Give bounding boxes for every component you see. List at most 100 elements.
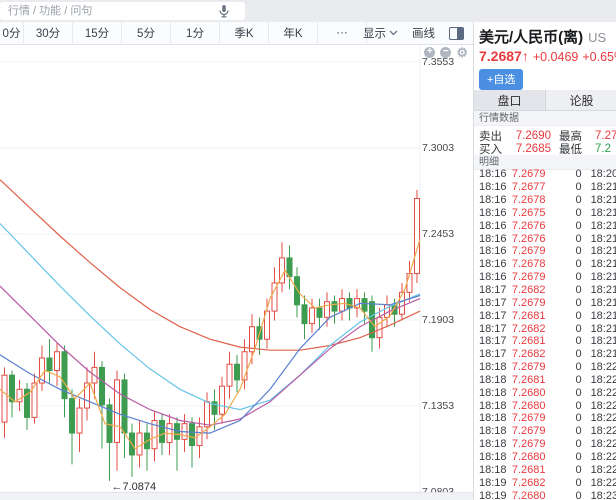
chevron-down-icon: [389, 30, 398, 36]
tick-time: 18:16: [479, 245, 507, 257]
tick-time: 18:17: [479, 297, 507, 309]
tick-row: 18:177.2681018:21: [474, 309, 616, 322]
chart-toolbar: 0分30分15分5分1分季K年K··· 显示 画线: [0, 22, 473, 45]
chart-zoom-controls: + − ⚙: [424, 47, 468, 58]
candle-body: [347, 299, 352, 308]
tick-row: 18:167.2679018:21: [474, 271, 616, 284]
candle-body: [332, 302, 337, 311]
tick-price: 7.2678: [507, 194, 554, 206]
tick-price: 7.2679: [507, 168, 554, 180]
tick-time-col2: 18:21: [591, 245, 616, 257]
candle-body: [415, 199, 420, 274]
tick-price: 7.2682: [507, 284, 554, 296]
tick-row: 18:177.2682018:21: [474, 322, 616, 335]
tick-time-col2: 18:22: [591, 400, 616, 412]
tick-price: 7.2682: [507, 477, 554, 489]
time-axis-strip: [0, 492, 473, 500]
candle-body: [100, 367, 105, 405]
tick-volume: 0: [554, 335, 582, 347]
tick-volume: 0: [554, 258, 582, 270]
tick-time: 18:16: [479, 220, 507, 232]
toolbar-period-1[interactable]: 0分: [0, 22, 24, 44]
toolbar-period-8[interactable]: ···: [318, 22, 367, 44]
display-menu-button[interactable]: 显示: [363, 25, 398, 41]
tick-volume: 0: [554, 233, 582, 245]
tick-time: 18:18: [479, 374, 507, 386]
tick-price: 7.2681: [507, 335, 554, 347]
tick-list[interactable]: 18:167.2679018:2018:167.2677018:2118:167…: [474, 168, 616, 500]
candlestick-chart-area[interactable]: + − ⚙ 7.35537.30037.24537.19037.13537.08…: [0, 45, 473, 500]
candle-body: [115, 380, 120, 443]
tick-time-col2: 18:21: [591, 220, 616, 232]
candle-body: [220, 386, 225, 414]
instrument-code: US: [588, 30, 606, 45]
tick-price: 7.2679: [507, 245, 554, 257]
toolbar-period-2[interactable]: 30分: [24, 22, 73, 44]
toolbar-period-3[interactable]: 15分: [73, 22, 122, 44]
price-change-pct: +0.65%: [582, 50, 616, 64]
tick-row: 18:187.2681018:22: [474, 374, 616, 387]
candle-body: [377, 317, 382, 337]
zoom-in-icon[interactable]: +: [424, 47, 435, 58]
tick-price: 7.2679: [507, 425, 554, 437]
tick-price: 7.2679: [507, 271, 554, 283]
tick-row: 18:187.2679018:22: [474, 361, 616, 374]
tick-time-col2: 18:22: [591, 412, 616, 424]
tick-row: 18:177.2681018:21: [474, 335, 616, 348]
toolbar-period-4[interactable]: 5分: [122, 22, 171, 44]
tick-time: 18:19: [479, 490, 507, 500]
candle-body: [122, 380, 127, 433]
tick-row: 18:187.2679018:22: [474, 425, 616, 438]
tick-volume: 0: [554, 348, 582, 360]
tick-row: 18:167.2675018:21: [474, 207, 616, 220]
tick-time: 18:18: [479, 412, 507, 424]
arrow-up-icon: ↑: [522, 48, 529, 64]
tick-row: 18:187.2679018:22: [474, 438, 616, 451]
tick-volume: 0: [554, 464, 582, 476]
tick-row: 18:177.2682018:21: [474, 348, 616, 361]
tick-time-col2: 18:21: [591, 194, 616, 206]
candle-body: [190, 424, 195, 446]
candle-body: [227, 364, 232, 386]
tab-order-book[interactable]: 盘口: [474, 90, 546, 110]
tick-time-col2: 18:21: [591, 348, 616, 360]
tick-row: 18:187.2680018:22: [474, 451, 616, 464]
tick-price: 7.2679: [507, 438, 554, 450]
tick-price: 7.2680: [507, 400, 554, 412]
axis-tick-label: 7.1903: [422, 314, 468, 326]
candle-body: [205, 402, 210, 427]
tick-volume: 0: [554, 310, 582, 322]
tick-time-col2: 18:21: [591, 310, 616, 322]
tick-time-col2: 18:21: [591, 233, 616, 245]
zoom-out-icon[interactable]: −: [440, 47, 451, 58]
tick-row: 18:177.2682018:21: [474, 284, 616, 297]
tick-time: 18:16: [479, 207, 507, 219]
tick-time: 18:16: [479, 194, 507, 206]
tick-volume: 0: [554, 438, 582, 450]
search-input[interactable]: [0, 2, 245, 20]
add-watchlist-button[interactable]: +自选: [479, 69, 523, 90]
candle-body: [137, 433, 142, 455]
draw-line-button[interactable]: 画线: [412, 25, 435, 41]
tick-time: 18:18: [479, 361, 507, 373]
toolbar-period-5[interactable]: 1分: [171, 22, 220, 44]
gear-icon[interactable]: ⚙: [456, 47, 468, 58]
tick-price: 7.2682: [507, 323, 554, 335]
tick-time: 18:16: [479, 271, 507, 283]
section-market-data: 行情数据: [474, 111, 616, 126]
tab-discussion[interactable]: 论股: [546, 90, 616, 110]
tick-time: 18:16: [479, 258, 507, 270]
microphone-icon[interactable]: [216, 3, 232, 19]
toolbar-period-7[interactable]: 年K: [269, 22, 318, 44]
toolbar-period-6[interactable]: 季K: [220, 22, 269, 44]
tick-row: 18:197.2680018:23: [474, 489, 616, 500]
tick-time-col2: 18:21: [591, 284, 616, 296]
tick-time: 18:18: [479, 451, 507, 463]
candlestick-chart[interactable]: ←7.0874: [0, 45, 473, 500]
tick-row: 18:167.2677018:21: [474, 181, 616, 194]
tick-volume: 0: [554, 323, 582, 335]
panel-toggle-icon[interactable]: [449, 27, 464, 40]
tick-time: 18:17: [479, 284, 507, 296]
tick-volume: 0: [554, 297, 582, 309]
tick-row: 18:167.2676018:21: [474, 219, 616, 232]
